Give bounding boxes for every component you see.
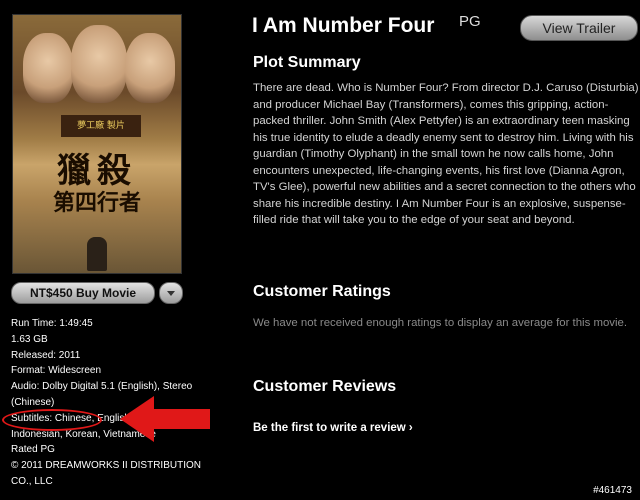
movie-poster: 夢工廠 製片 獵殺 第四行者 [12, 14, 182, 274]
chevron-down-icon [167, 290, 175, 296]
red-arrow-icon [120, 396, 210, 442]
plot-summary-text: There are dead. Who is Number Four? From… [253, 82, 639, 226]
file-size: 1.63 GB [11, 333, 48, 345]
content-rating: Rated PG [11, 444, 55, 456]
poster-face-center [71, 25, 127, 103]
poster-face-right [125, 33, 175, 103]
movie-title: I Am Number Four [252, 14, 435, 37]
write-review-link[interactable]: Be the first to write a review › [253, 422, 413, 434]
plot-summary-heading: Plot Summary [253, 54, 361, 71]
poster-title-line2: 第四行者 [52, 190, 141, 216]
run-time: Run Time: 1:49:45 [11, 318, 93, 329]
subtitle-highlight-circle [2, 409, 102, 431]
release-year: Released: 2011 [11, 349, 81, 361]
copyright: © 2011 DREAMWORKS II DISTRIBUTION CO., L… [11, 460, 201, 487]
poster-studio-badge: 夢工廠 製片 [61, 115, 141, 137]
image-watermark: #461473 [591, 485, 634, 496]
customer-reviews-heading: Customer Reviews [253, 378, 397, 395]
poster-figure [87, 237, 107, 271]
customer-ratings-heading: Customer Ratings [253, 283, 391, 300]
buy-button-group: NT$450 Buy Movie [11, 282, 183, 304]
poster-face-left [23, 33, 73, 103]
rating-badge: PG [459, 13, 481, 30]
buy-movie-button[interactable]: NT$450 Buy Movie [11, 282, 155, 304]
view-trailer-button[interactable]: View Trailer [520, 15, 638, 41]
buy-options-dropdown[interactable] [159, 282, 183, 304]
format: Format: Widescreen [11, 365, 102, 377]
customer-ratings-text: We have not received enough ratings to d… [253, 317, 627, 329]
